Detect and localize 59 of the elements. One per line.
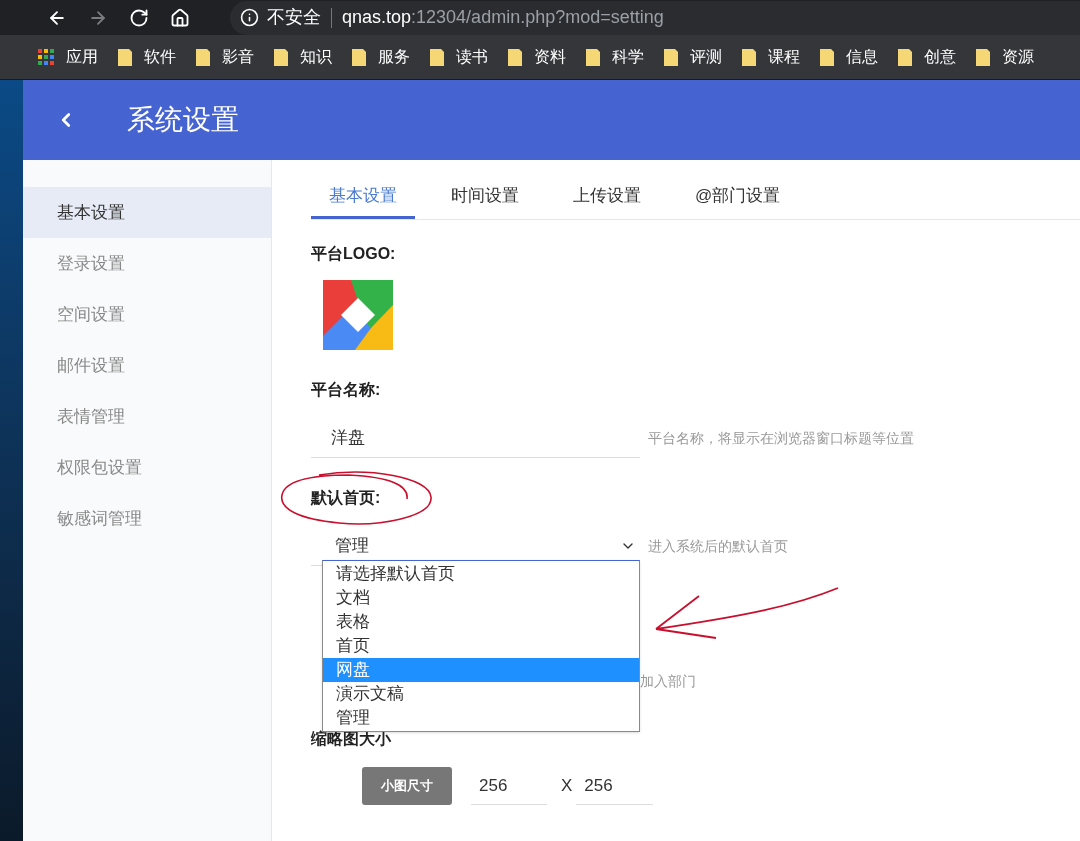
address-bar[interactable]: 不安全 qnas.top:12304/admin.php?mod=setting [230, 0, 1080, 35]
field-label: 平台LOGO: [311, 244, 397, 264]
width-field[interactable]: 256 [471, 767, 547, 805]
bookmark-item[interactable]: 资料 [508, 45, 566, 69]
folder-icon [976, 48, 990, 66]
platform-name-field[interactable]: 洋盘 [311, 418, 640, 458]
logo-drawing [323, 280, 393, 350]
sidebar-item[interactable]: 表情管理 [23, 391, 271, 442]
folder-icon [586, 48, 600, 66]
sidebar-item[interactable]: 邮件设置 [23, 340, 271, 391]
apps-grid-icon [38, 49, 54, 65]
bookmark-item[interactable]: 信息 [820, 45, 878, 69]
bookmark-item[interactable]: 软件 [118, 45, 176, 69]
field-hint: 进入系统后的默认首页 [648, 536, 788, 556]
sidebar-item[interactable]: 基本设置 [23, 187, 271, 238]
tab[interactable]: 上传设置 [555, 175, 659, 219]
field-label: 默认首页: [311, 488, 382, 508]
folder-icon [196, 48, 210, 66]
field-hint: 平台名称，将显示在浏览器窗口标题等位置 [648, 428, 914, 448]
size-separator: X [561, 775, 573, 798]
dropdown-option[interactable]: 首页 [323, 634, 639, 658]
bookmark-item[interactable]: 应用 [38, 45, 98, 69]
bookmark-item[interactable]: 服务 [352, 45, 410, 69]
bookmark-item[interactable]: 课程 [742, 45, 800, 69]
sidebar-item[interactable]: 权限包设置 [23, 442, 271, 493]
folder-icon [664, 48, 678, 66]
folder-icon [820, 48, 834, 66]
bookmark-item[interactable]: 知识 [274, 45, 332, 69]
bookmark-item[interactable]: 影音 [196, 45, 254, 69]
folder-icon [274, 48, 288, 66]
tab[interactable]: 基本设置 [311, 175, 415, 219]
bookmark-item[interactable]: 科学 [586, 45, 644, 69]
folder-icon [898, 48, 912, 66]
url-text: qnas.top:12304/admin.php?mod=setting [342, 6, 664, 29]
dropdown-option[interactable]: 管理 [323, 706, 639, 730]
bookmark-item[interactable]: 资源 [976, 45, 1034, 69]
folder-icon [742, 48, 756, 66]
bookmark-item[interactable]: 创意 [898, 45, 956, 69]
tab[interactable]: @部门设置 [677, 175, 799, 219]
folder-icon [508, 48, 522, 66]
security-label: 不安全 [267, 6, 321, 29]
tab[interactable]: 时间设置 [433, 175, 537, 219]
height-field[interactable]: 256 [576, 767, 654, 805]
bookmark-item[interactable]: 评测 [664, 45, 722, 69]
dropdown-option[interactable]: 演示文稿 [323, 682, 639, 706]
info-icon [240, 8, 259, 27]
sidebar-item[interactable]: 敏感词管理 [23, 493, 271, 544]
folder-icon [430, 48, 444, 66]
page-title: 系统设置 [127, 103, 239, 137]
folder-icon [118, 48, 132, 66]
bookmark-item[interactable]: 读书 [430, 45, 488, 69]
folder-icon [352, 48, 366, 66]
dropdown-option[interactable]: 表格 [323, 610, 639, 634]
sidebar-item[interactable]: 空间设置 [23, 289, 271, 340]
small-size-button[interactable]: 小图尺寸 [362, 767, 452, 805]
field-label: 平台名称: [311, 380, 382, 400]
sidebar-item[interactable]: 登录设置 [23, 238, 271, 289]
field-hint: 加入部门 [640, 671, 696, 691]
dropdown-option[interactable]: 文档 [323, 586, 639, 610]
